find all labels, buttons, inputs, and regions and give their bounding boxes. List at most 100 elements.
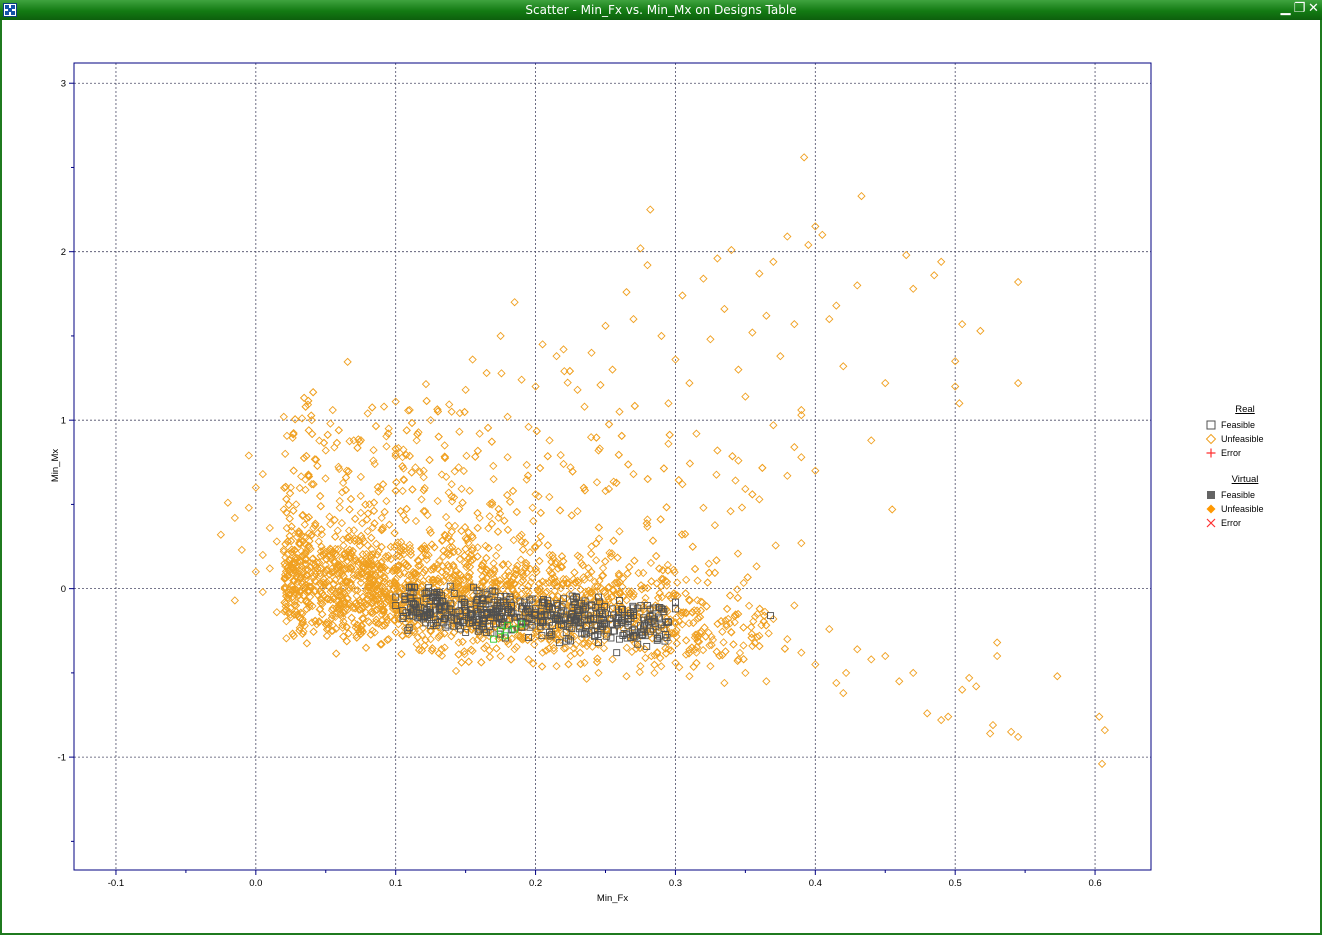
unfeasible-point	[506, 655, 516, 664]
unfeasible-point	[625, 562, 634, 572]
unfeasible-point	[609, 536, 618, 545]
unfeasible-point	[299, 453, 309, 463]
unfeasible-point	[685, 459, 695, 468]
unfeasible-point	[289, 466, 298, 475]
unfeasible-point	[480, 644, 489, 653]
grid-lines	[74, 63, 1151, 870]
unfeasible-point	[601, 557, 610, 566]
unfeasible-point	[729, 640, 738, 649]
unfeasible-point	[662, 503, 671, 512]
unfeasible-point	[688, 542, 697, 551]
unfeasible-point	[672, 639, 681, 648]
unfeasible-point	[623, 569, 632, 578]
unfeasible-point	[986, 729, 995, 738]
unfeasible-point	[442, 472, 451, 481]
window-controls: ▁ ❐ ✕	[1279, 1, 1320, 19]
unfeasible-point	[405, 451, 414, 461]
unfeasible-point	[302, 451, 311, 461]
unfeasible-point	[758, 463, 767, 473]
unfeasible-point	[682, 636, 691, 645]
unfeasible-point	[700, 623, 709, 632]
unfeasible-point	[332, 649, 341, 658]
unfeasible-point	[538, 340, 547, 349]
unfeasible-point	[512, 642, 521, 652]
unfeasible-point	[703, 578, 712, 587]
unfeasible-point	[473, 508, 482, 518]
unfeasible-point	[457, 526, 466, 536]
unfeasible-point	[319, 438, 329, 448]
unfeasible-point	[739, 641, 748, 650]
unfeasible-point	[586, 549, 596, 558]
unfeasible-point	[543, 541, 553, 550]
unfeasible-point	[272, 537, 281, 546]
unfeasible-point	[614, 450, 623, 459]
unfeasible-point	[510, 645, 519, 654]
unfeasible-point	[799, 153, 809, 162]
unfeasible-point	[608, 365, 617, 374]
minimize-icon[interactable]: ▁	[1279, 1, 1292, 17]
scatter-plot[interactable]: -0.1 0.0 0.1 0.2 0.3 0.4 0.5 0.6 -1 0 1 2 3 Min_Fx M…	[0, 20, 1322, 935]
unfeasible-point	[385, 520, 394, 529]
x-tick-label: 0.0	[249, 878, 262, 889]
unfeasible-point	[797, 453, 806, 462]
unfeasible-point	[567, 511, 576, 520]
unfeasible-point	[337, 518, 347, 528]
unfeasible-point	[542, 587, 552, 596]
unfeasible-point	[371, 421, 381, 431]
legend-item: Error	[1205, 516, 1295, 530]
y-tick-label: -1	[58, 753, 66, 764]
unfeasible-point	[440, 629, 449, 638]
unfeasible-point	[503, 453, 512, 462]
unfeasible-point	[662, 503, 671, 512]
legend: Real Feasible Unfeasible Error Virtual Feasib…	[1205, 404, 1295, 544]
close-icon[interactable]: ✕	[1307, 1, 1320, 17]
unfeasible-point	[485, 646, 494, 655]
unfeasible-point	[408, 485, 417, 494]
unfeasible-point	[369, 456, 378, 465]
unfeasible-point	[356, 578, 366, 587]
unfeasible-point	[615, 527, 624, 536]
unfeasible-point	[363, 409, 372, 418]
legend-item: Unfeasible	[1205, 432, 1295, 446]
unfeasible-point	[656, 515, 665, 524]
unfeasible-point	[473, 523, 482, 533]
title-bar[interactable]: Scatter - Min_Fx vs. Min_Mx on Designs T…	[0, 0, 1322, 20]
unfeasible-point	[425, 455, 434, 465]
unfeasible-point	[468, 646, 477, 656]
unfeasible-point	[617, 431, 626, 441]
unfeasible-point	[629, 314, 638, 324]
unfeasible-point	[748, 490, 757, 499]
unfeasible-point	[487, 437, 496, 446]
unfeasible-point	[555, 506, 565, 515]
unfeasible-point	[349, 526, 359, 535]
unfeasible-point	[733, 593, 742, 603]
y-tick-label: 0	[61, 584, 66, 595]
unfeasible-point	[302, 639, 312, 648]
x-tick-label: 0.3	[669, 878, 682, 889]
unfeasible-point	[237, 545, 246, 555]
unfeasible-point	[624, 460, 633, 469]
unfeasible-point	[570, 568, 579, 577]
unfeasible-point	[720, 678, 729, 688]
unfeasible-point	[536, 532, 545, 541]
unfeasible-point	[594, 523, 603, 532]
unfeasible-point	[346, 494, 356, 504]
unfeasible-point	[559, 345, 568, 354]
legend-group-real: Real Feasible Unfeasible Error	[1205, 404, 1295, 460]
unfeasible-point	[737, 503, 747, 512]
unfeasible-point	[297, 414, 307, 423]
unfeasible-point	[223, 498, 232, 507]
restore-icon[interactable]: ❐	[1293, 1, 1306, 17]
x-axis-label: Min_Fx	[597, 893, 628, 904]
unfeasible-point	[397, 649, 406, 659]
unfeasible-point	[543, 541, 553, 550]
unfeasible-point	[972, 682, 981, 691]
unfeasible-point	[682, 636, 691, 645]
unfeasible-point	[613, 553, 622, 562]
unfeasible-point	[643, 261, 652, 270]
unfeasible-point	[543, 452, 552, 461]
unfeasible-point	[564, 660, 573, 669]
unfeasible-point	[465, 486, 474, 495]
unfeasible-point	[797, 648, 806, 657]
unfeasible-point	[549, 646, 559, 655]
